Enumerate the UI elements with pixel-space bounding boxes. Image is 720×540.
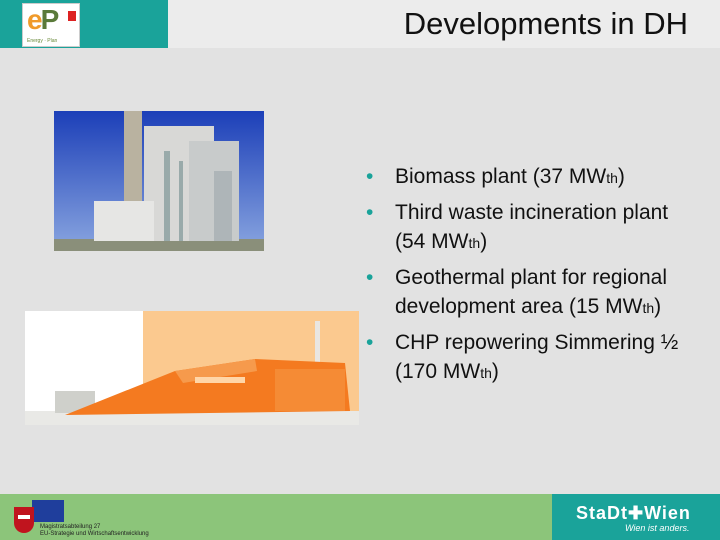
vienna-shield-icon: [14, 507, 34, 533]
stadt-wien-logo: StaDt✚Wien: [576, 503, 691, 523]
logo-e: e: [27, 4, 43, 35]
list-item: Third waste incineration plant (54 MWth): [366, 198, 696, 258]
bullet-list: Biomass plant (37 MWth) Third waste inci…: [366, 162, 696, 393]
list-item: Biomass plant (37 MWth): [366, 162, 696, 193]
list-item: Geothermal plant for regional developmen…: [366, 263, 696, 323]
slide-title: Developments in DH: [403, 6, 688, 41]
austria-flag-icon: [68, 8, 76, 21]
logo-tagline: Energy · Plan: [27, 38, 58, 44]
waste-incineration-plant-image: [25, 311, 359, 425]
organization-label: Magistratsabteilung 27 EU-Strategie und …: [40, 524, 149, 537]
eu-flag-icon: [32, 500, 64, 522]
list-item: CHP repowering Simmering ½ (170 MWth): [366, 328, 696, 388]
stadt-wien-tagline: Wien ist anders.: [625, 523, 690, 533]
logo-p: P: [40, 4, 60, 35]
eplan-logo: eP Energy · Plan: [22, 3, 80, 47]
biomass-plant-image: [54, 111, 264, 251]
